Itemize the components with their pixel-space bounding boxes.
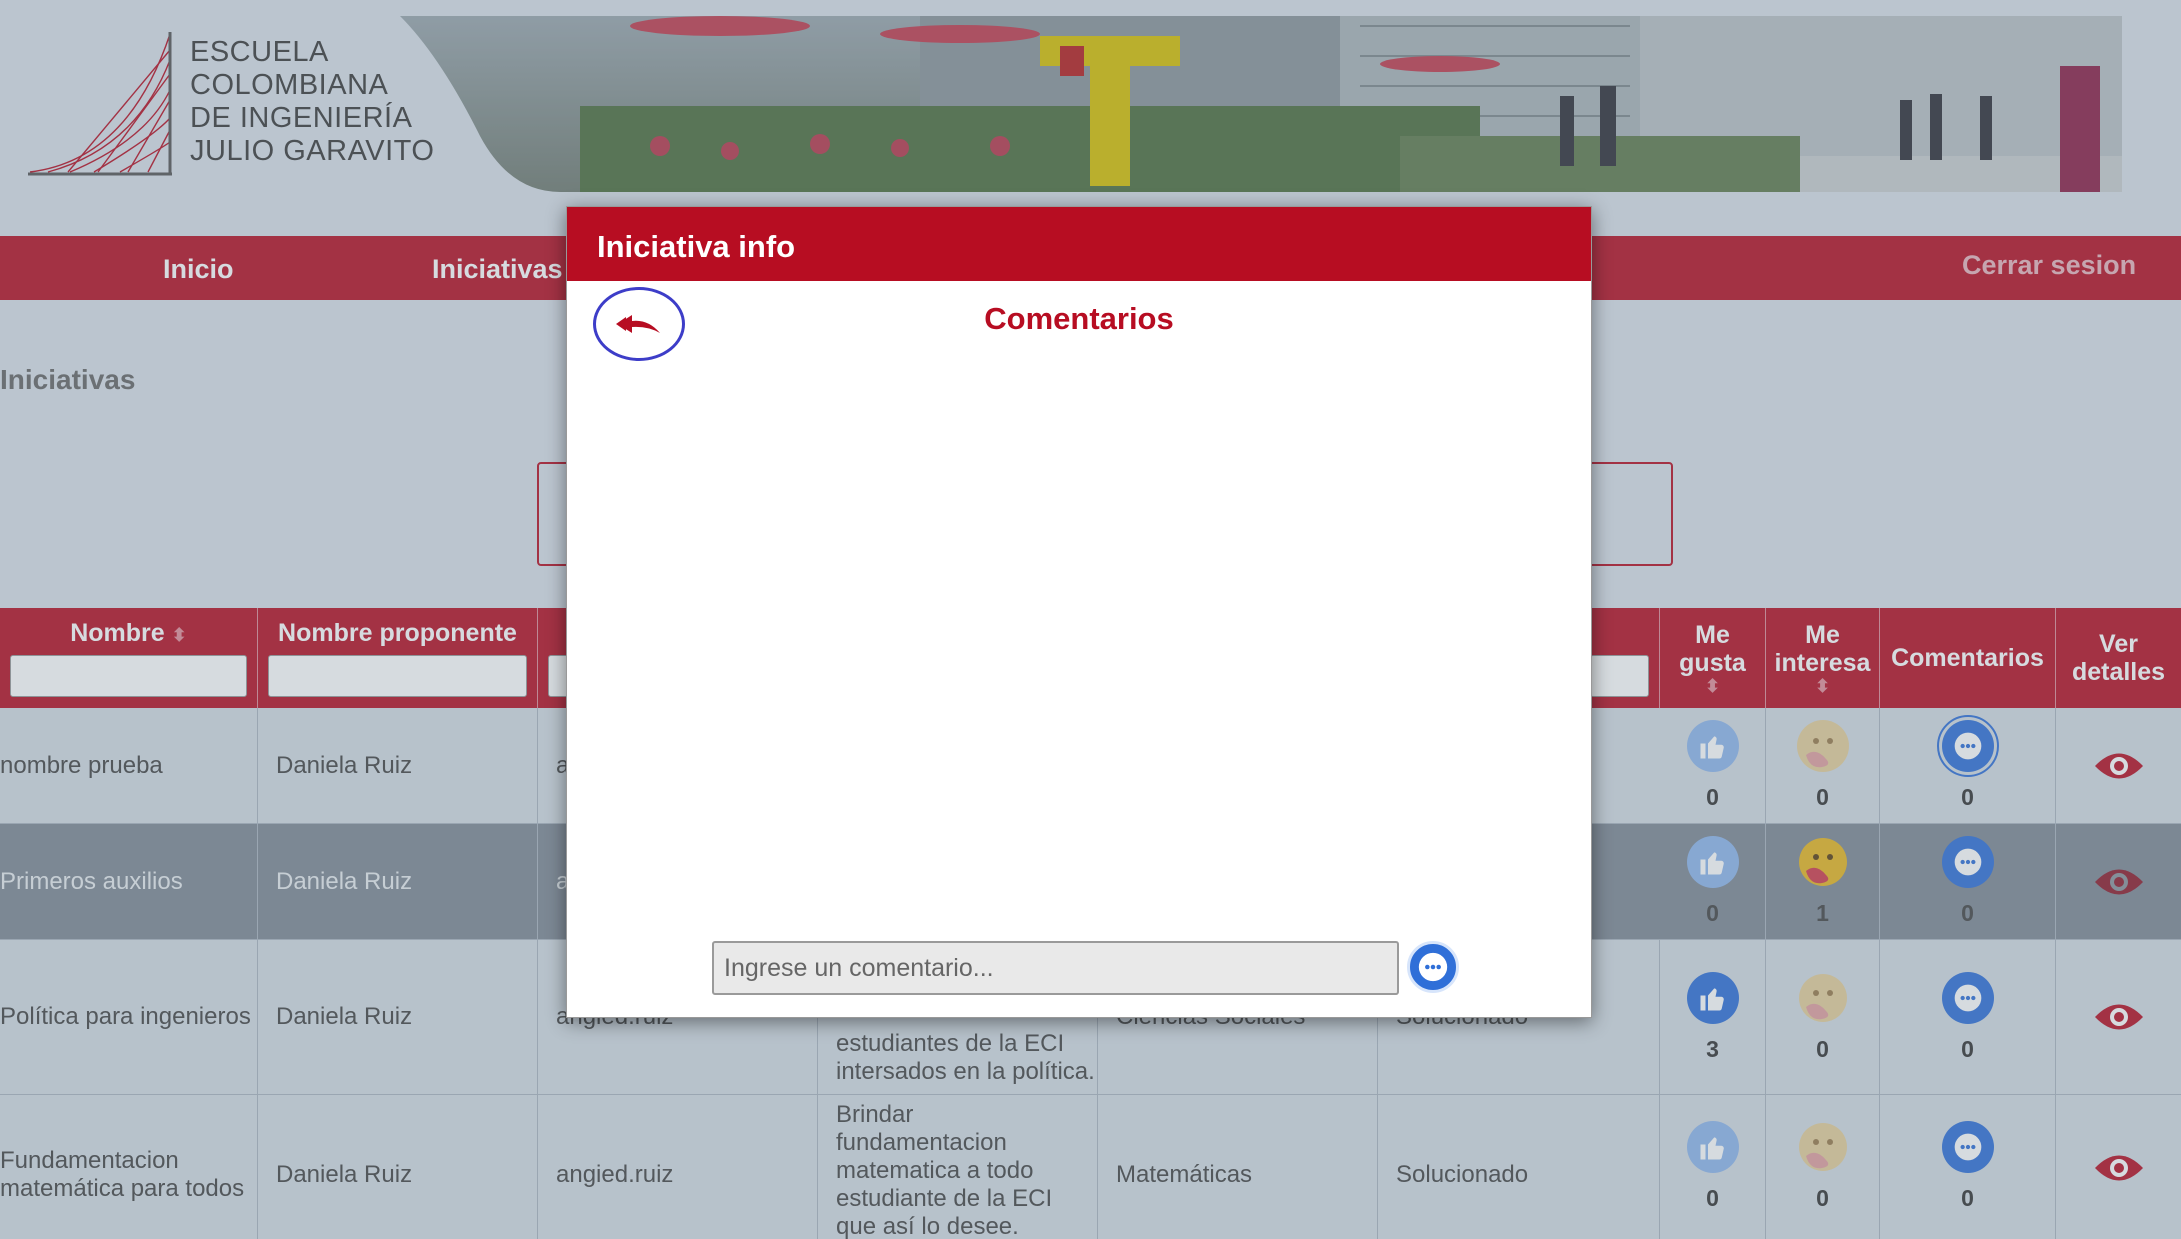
iniciativa-info-modal: Iniciativa info Comentarios xyxy=(566,206,1592,1018)
modal-title: Iniciativa info xyxy=(597,229,796,264)
modal-header: Iniciativa info xyxy=(567,207,1591,281)
chat-bubble-icon xyxy=(1418,952,1448,982)
comment-input[interactable] xyxy=(712,941,1399,995)
send-comment-button[interactable] xyxy=(1407,941,1459,993)
comments-heading: Comentarios xyxy=(984,301,1174,336)
